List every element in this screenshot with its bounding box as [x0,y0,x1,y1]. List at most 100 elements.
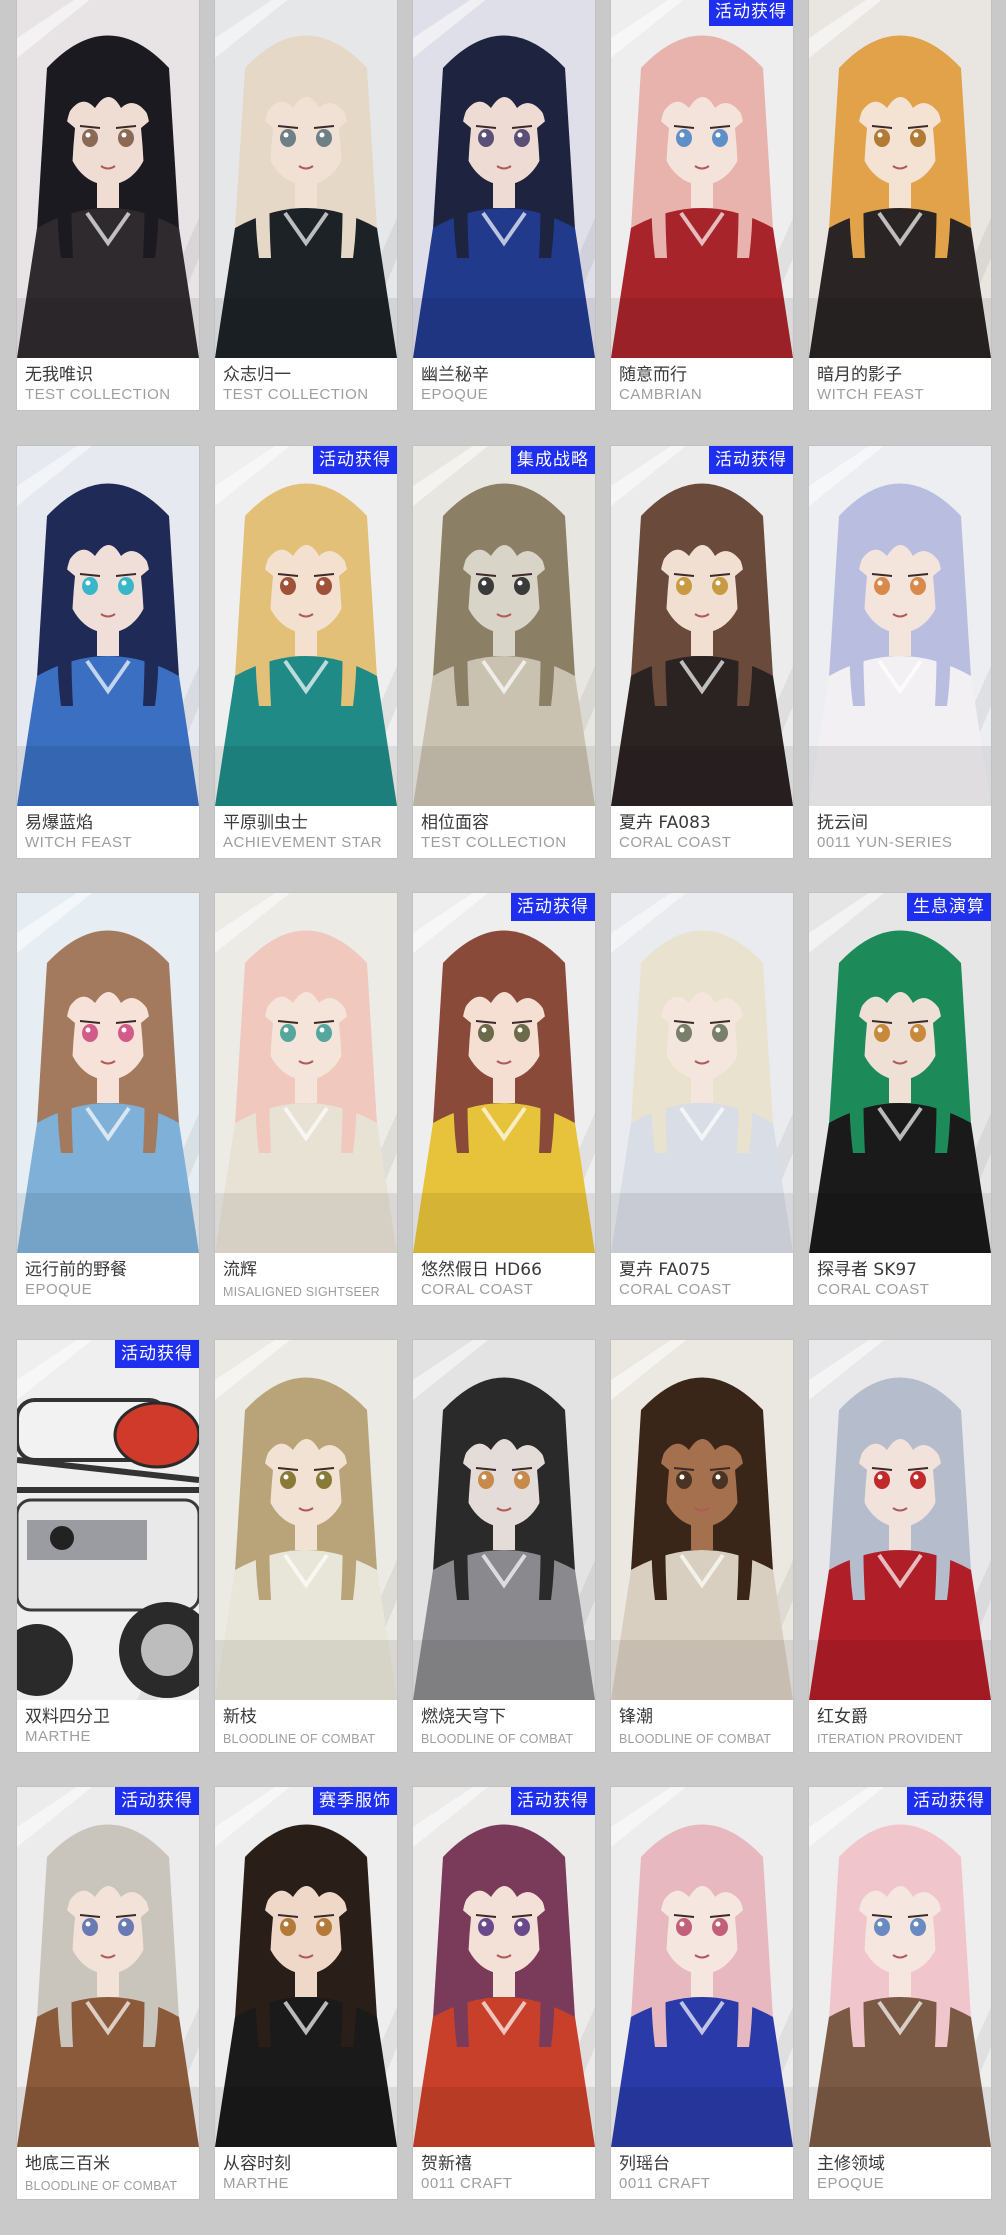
skin-card[interactable]: 锋潮 BLOODLINE OF COMBAT [611,1340,793,1752]
skin-series: ITERATION PROVIDENT [817,1732,963,1746]
skin-card[interactable]: 活动获得 悠然假日 HD66 CORAL COAST [413,893,595,1305]
skin-name: 红女爵 [817,1707,868,1727]
character-illustration [611,893,793,1253]
character-illustration [17,893,199,1253]
skin-artwork [413,1340,595,1700]
skin-gallery-grid: 无我唯识 TEST COLLECTION 众志归一 TEST COLLECTION … [0,0,1006,2235]
skin-name: 无我唯识 [25,365,93,385]
skin-series: CORAL COAST [619,834,732,851]
skin-artwork [215,1787,397,2147]
skin-card[interactable]: 夏卉 FA075 CORAL COAST [611,893,793,1305]
skin-artwork [17,893,199,1253]
skin-card[interactable]: 暗月的影子 WITCH FEAST [809,0,991,410]
skin-card[interactable]: 列瑶台 0011 CRAFT [611,1787,793,2199]
skin-series: MISALIGNED SIGHTSEER [223,1285,380,1299]
skin-name: 新枝 [223,1707,257,1727]
skin-card[interactable]: 新枝 BLOODLINE OF COMBAT [215,1340,397,1752]
character-illustration [413,893,595,1253]
skin-card[interactable]: 幽兰秘辛 EPOQUE [413,0,595,410]
skin-name: 易爆蓝焰 [25,813,93,833]
skin-card[interactable]: 易爆蓝焰 WITCH FEAST [17,446,199,858]
skin-artwork [809,0,991,358]
skin-card[interactable]: 活动获得 双料四分卫 MARTHE [17,1340,199,1752]
skin-series: WITCH FEAST [817,386,925,403]
character-illustration [215,893,397,1253]
character-illustration [809,446,991,806]
skin-card[interactable]: 活动获得夏卉 FA083 CORAL COAST [611,446,793,858]
skin-name: 随意而行 [619,365,687,385]
skin-artwork [809,446,991,806]
skin-card[interactable]: 流辉 MISALIGNED SIGHTSEER [215,893,397,1305]
skin-series: 0011 YUN-SERIES [817,834,953,851]
skin-card[interactable]: 红女爵 ITERATION PROVIDENT [809,1340,991,1752]
skin-name: 列瑶台 [619,2154,670,2174]
skin-card[interactable]: 抚云间 0011 YUN-SERIES [809,446,991,858]
skin-series: WITCH FEAST [25,834,133,851]
skin-card[interactable]: 无我唯识 TEST COLLECTION [17,0,199,410]
source-badge: 集成战略 [511,446,595,474]
skin-card[interactable]: 众志归一 TEST COLLECTION [215,0,397,410]
source-badge: 赛季服饰 [313,1787,397,1815]
skin-series: MARTHE [223,2175,290,2192]
skin-card[interactable]: 集成战略 相位面容 TEST COLLECTION [413,446,595,858]
skin-series: BLOODLINE OF COMBAT [421,1732,574,1746]
source-badge: 生息演算 [907,893,991,921]
skin-series: EPOQUE [25,1281,93,1298]
skin-card[interactable]: 活动获得 随意而行 CAMBRIAN [611,0,793,410]
skin-artwork [17,1787,199,2147]
skin-artwork [215,0,397,358]
skin-name: 远行前的野餐 [25,1260,127,1280]
skin-artwork [17,446,199,806]
skin-artwork [215,1340,397,1700]
character-illustration [611,1340,793,1700]
skin-name: 流辉 [223,1260,257,1280]
skin-name: 从容时刻 [223,2154,291,2174]
source-badge: 活动获得 [313,446,397,474]
character-illustration [215,446,397,806]
skin-series: CORAL COAST [817,1281,930,1298]
skin-artwork [611,0,793,358]
character-illustration [611,446,793,806]
skin-artwork [413,1787,595,2147]
skin-card[interactable]: 赛季服饰从容时刻 MARTHE [215,1787,397,2199]
skin-artwork [809,1787,991,2147]
skin-name: 抚云间 [817,813,868,833]
skin-artwork [413,0,595,358]
skin-card[interactable]: 活动获得 主修领域 EPOQUE [809,1787,991,2199]
skin-series: TEST COLLECTION [25,386,171,403]
skin-card[interactable]: 生息演算 探寻者 SK97 CORAL COAST [809,893,991,1305]
skin-name: 夏卉 FA075 [619,1260,711,1280]
skin-artwork [413,893,595,1253]
skin-card[interactable]: 活动获得 平原驯虫士 ACHIEVEMENT STAR [215,446,397,858]
skin-series: BLOODLINE OF COMBAT [223,1732,376,1746]
character-illustration [413,1787,595,2147]
skin-name: 相位面容 [421,813,489,833]
character-illustration [17,0,199,358]
skin-card[interactable]: 燃烧天穹下 BLOODLINE OF COMBAT [413,1340,595,1752]
skin-series: TEST COLLECTION [223,386,369,403]
skin-artwork [17,0,199,358]
source-badge: 活动获得 [709,446,793,474]
skin-name: 平原驯虫士 [223,813,308,833]
skin-name: 幽兰秘辛 [421,365,489,385]
skin-series: BLOODLINE OF COMBAT [25,2179,178,2193]
skin-artwork [17,1340,199,1700]
character-illustration [611,0,793,358]
skin-series: 0011 CRAFT [421,2175,513,2192]
skin-card[interactable]: 远行前的野餐 EPOQUE [17,893,199,1305]
skin-artwork [611,446,793,806]
skin-card[interactable]: 活动获得 贺新禧 0011 CRAFT [413,1787,595,2199]
skin-series: 0011 CRAFT [619,2175,711,2192]
skin-card[interactable]: 活动获得 地底三百米 BLOODLINE OF COMBAT [17,1787,199,2199]
skin-series: EPOQUE [421,386,489,403]
skin-name: 暗月的影子 [817,365,902,385]
character-illustration [809,1340,991,1700]
source-badge: 活动获得 [907,1787,991,1815]
character-illustration [611,1787,793,2147]
skin-artwork [413,446,595,806]
skin-name: 悠然假日 HD66 [421,1260,542,1280]
skin-series: CAMBRIAN [619,386,703,403]
skin-name: 夏卉 FA083 [619,813,711,833]
character-illustration [17,1340,199,1700]
character-illustration [17,446,199,806]
